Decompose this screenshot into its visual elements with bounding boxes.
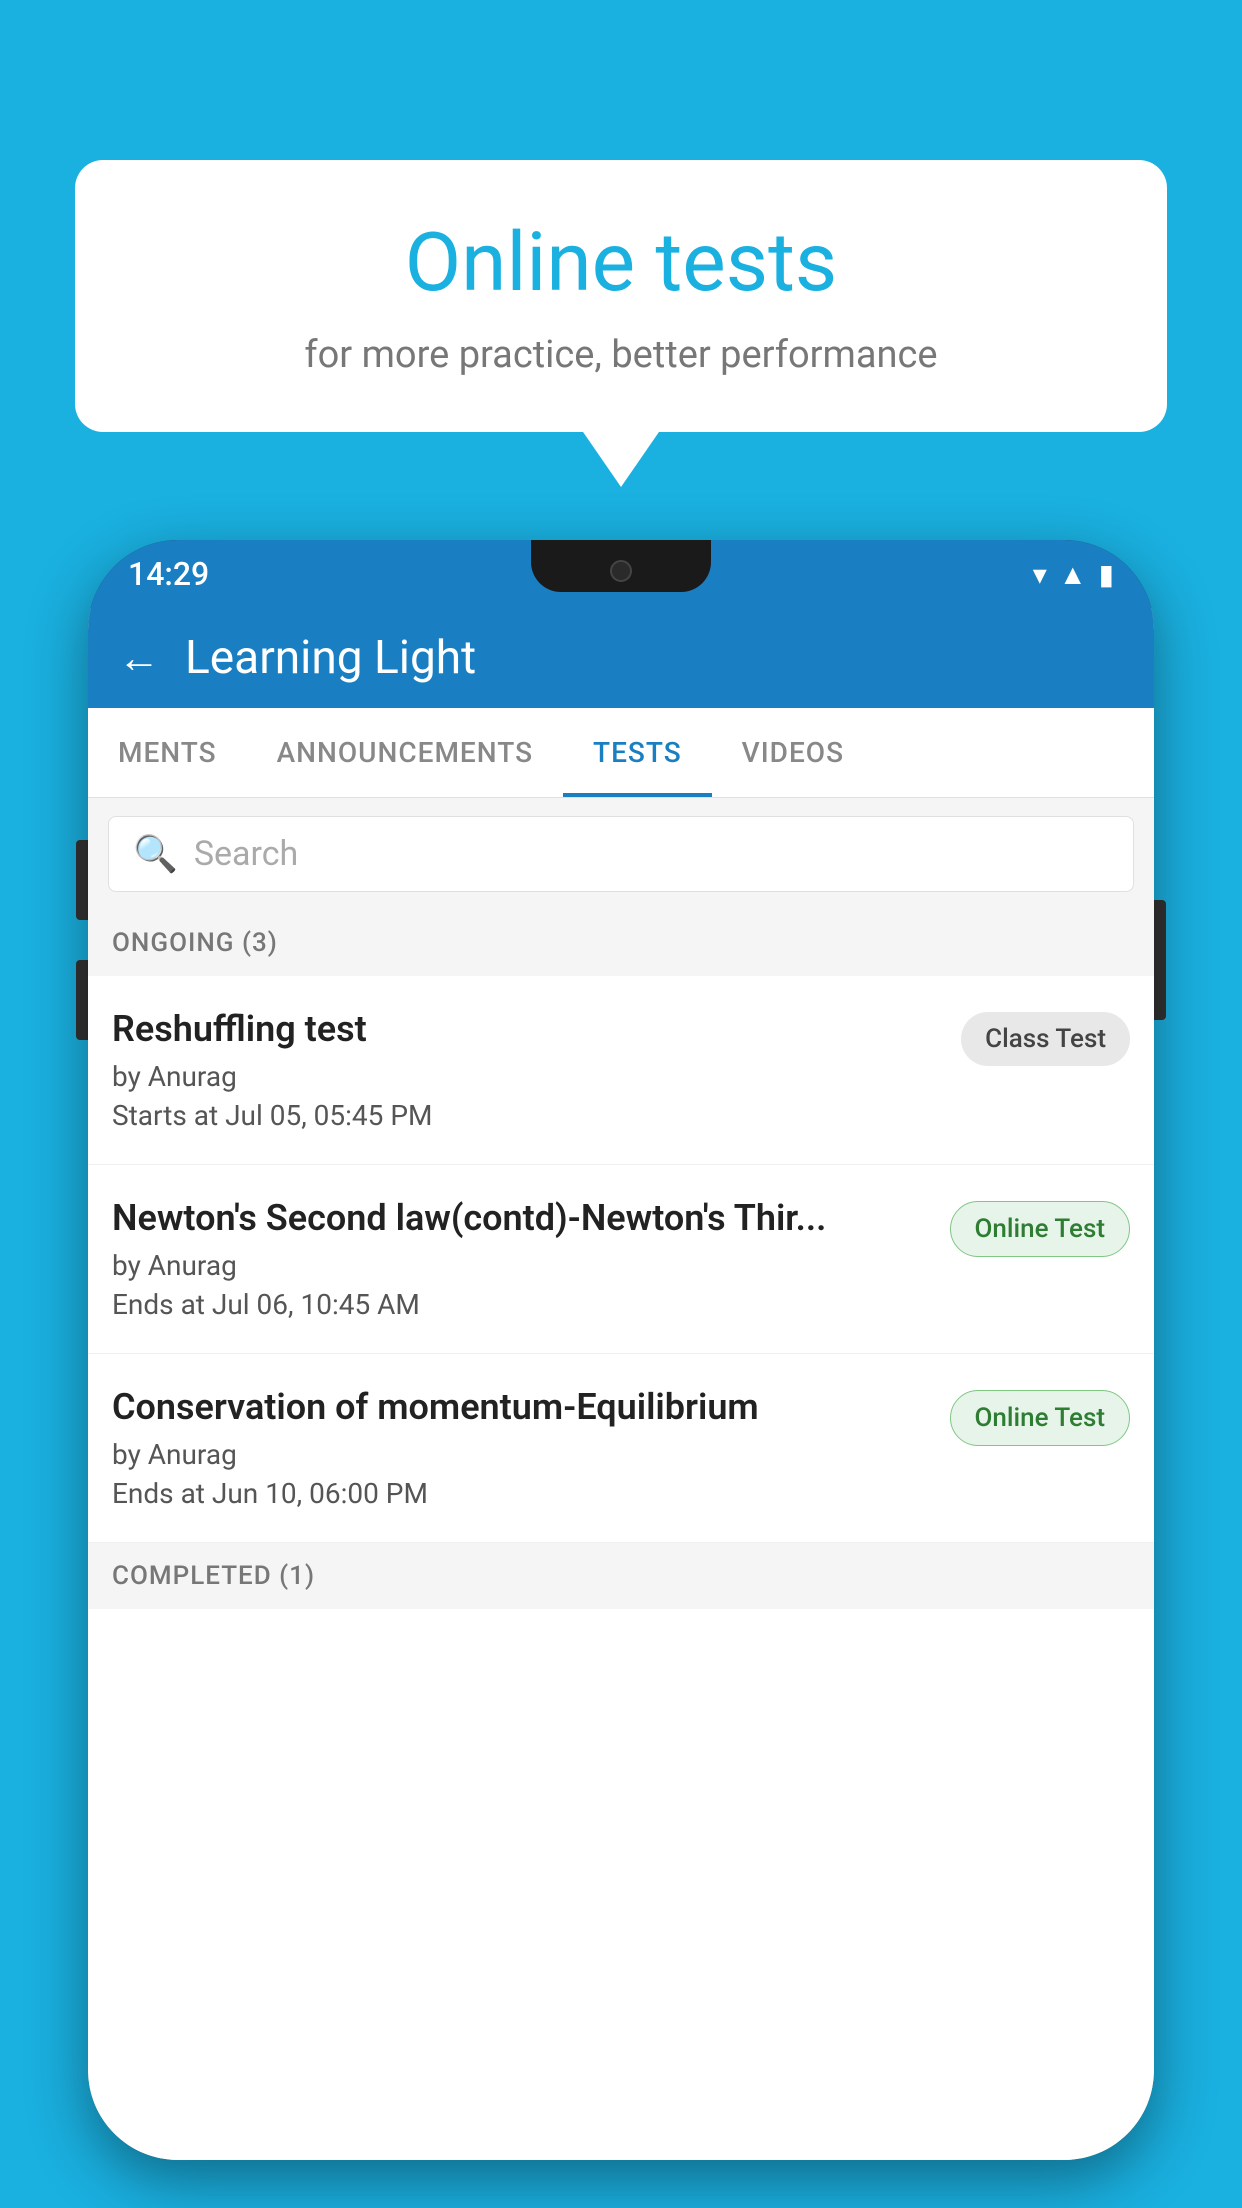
phone-container: 14:29 ▾ ▲ ▮ ← Learning Light MENTS ANNOU… (88, 540, 1154, 2208)
test-item-1[interactable]: Reshuffling test by Anurag Starts at Jul… (88, 976, 1154, 1165)
phone-frame: 14:29 ▾ ▲ ▮ ← Learning Light MENTS ANNOU… (88, 540, 1154, 2160)
app-content: ← Learning Light MENTS ANNOUNCEMENTS TES… (88, 608, 1154, 2160)
test-info-1: Reshuffling test by Anurag Starts at Jul… (112, 1008, 945, 1132)
test-item-2[interactable]: Newton's Second law(contd)-Newton's Thir… (88, 1165, 1154, 1354)
camera (610, 560, 632, 582)
signal-icon: ▲ (1059, 558, 1087, 591)
test-title-2: Newton's Second law(contd)-Newton's Thir… (112, 1197, 934, 1239)
test-item-3[interactable]: Conservation of momentum-Equilibrium by … (88, 1354, 1154, 1543)
tabs-bar: MENTS ANNOUNCEMENTS TESTS VIDEOS (88, 708, 1154, 798)
bubble-subtitle: for more practice, better performance (135, 333, 1107, 377)
volume-down-button (76, 960, 88, 1040)
search-placeholder-text: Search (194, 834, 298, 874)
app-bar-title: Learning Light (185, 631, 476, 685)
test-badge-2: Online Test (950, 1201, 1131, 1257)
speech-bubble: Online tests for more practice, better p… (75, 160, 1167, 432)
notch (531, 540, 711, 592)
tab-tests[interactable]: TESTS (563, 708, 712, 797)
back-button[interactable]: ← (118, 634, 160, 683)
test-date-1: Starts at Jul 05, 05:45 PM (112, 1099, 945, 1132)
tab-ments[interactable]: MENTS (88, 708, 247, 797)
test-author-2: by Anurag (112, 1249, 934, 1282)
status-time: 14:29 (128, 555, 209, 593)
test-author-3: by Anurag (112, 1438, 934, 1471)
status-icons: ▾ ▲ ▮ (1033, 558, 1114, 591)
tab-announcements[interactable]: ANNOUNCEMENTS (247, 708, 563, 797)
completed-header: COMPLETED (1) (88, 1543, 1154, 1609)
tab-videos[interactable]: VIDEOS (712, 708, 874, 797)
wifi-icon: ▾ (1033, 558, 1047, 591)
test-date-2: Ends at Jul 06, 10:45 AM (112, 1288, 934, 1321)
status-bar: 14:29 ▾ ▲ ▮ (88, 540, 1154, 608)
tests-list: Reshuffling test by Anurag Starts at Jul… (88, 976, 1154, 2160)
search-bar[interactable]: 🔍 Search (108, 816, 1134, 892)
test-author-1: by Anurag (112, 1060, 945, 1093)
test-title-3: Conservation of momentum-Equilibrium (112, 1386, 934, 1428)
power-button (1154, 900, 1166, 1020)
test-title-1: Reshuffling test (112, 1008, 945, 1050)
search-container: 🔍 Search (88, 798, 1154, 910)
search-icon: 🔍 (133, 833, 178, 875)
test-badge-1: Class Test (961, 1012, 1130, 1066)
app-bar: ← Learning Light (88, 608, 1154, 708)
test-date-3: Ends at Jun 10, 06:00 PM (112, 1477, 934, 1510)
test-badge-3: Online Test (950, 1390, 1131, 1446)
test-info-2: Newton's Second law(contd)-Newton's Thir… (112, 1197, 934, 1321)
bubble-title: Online tests (135, 215, 1107, 311)
battery-icon: ▮ (1099, 558, 1114, 591)
volume-up-button (76, 840, 88, 920)
test-info-3: Conservation of momentum-Equilibrium by … (112, 1386, 934, 1510)
ongoing-header: ONGOING (3) (88, 910, 1154, 976)
